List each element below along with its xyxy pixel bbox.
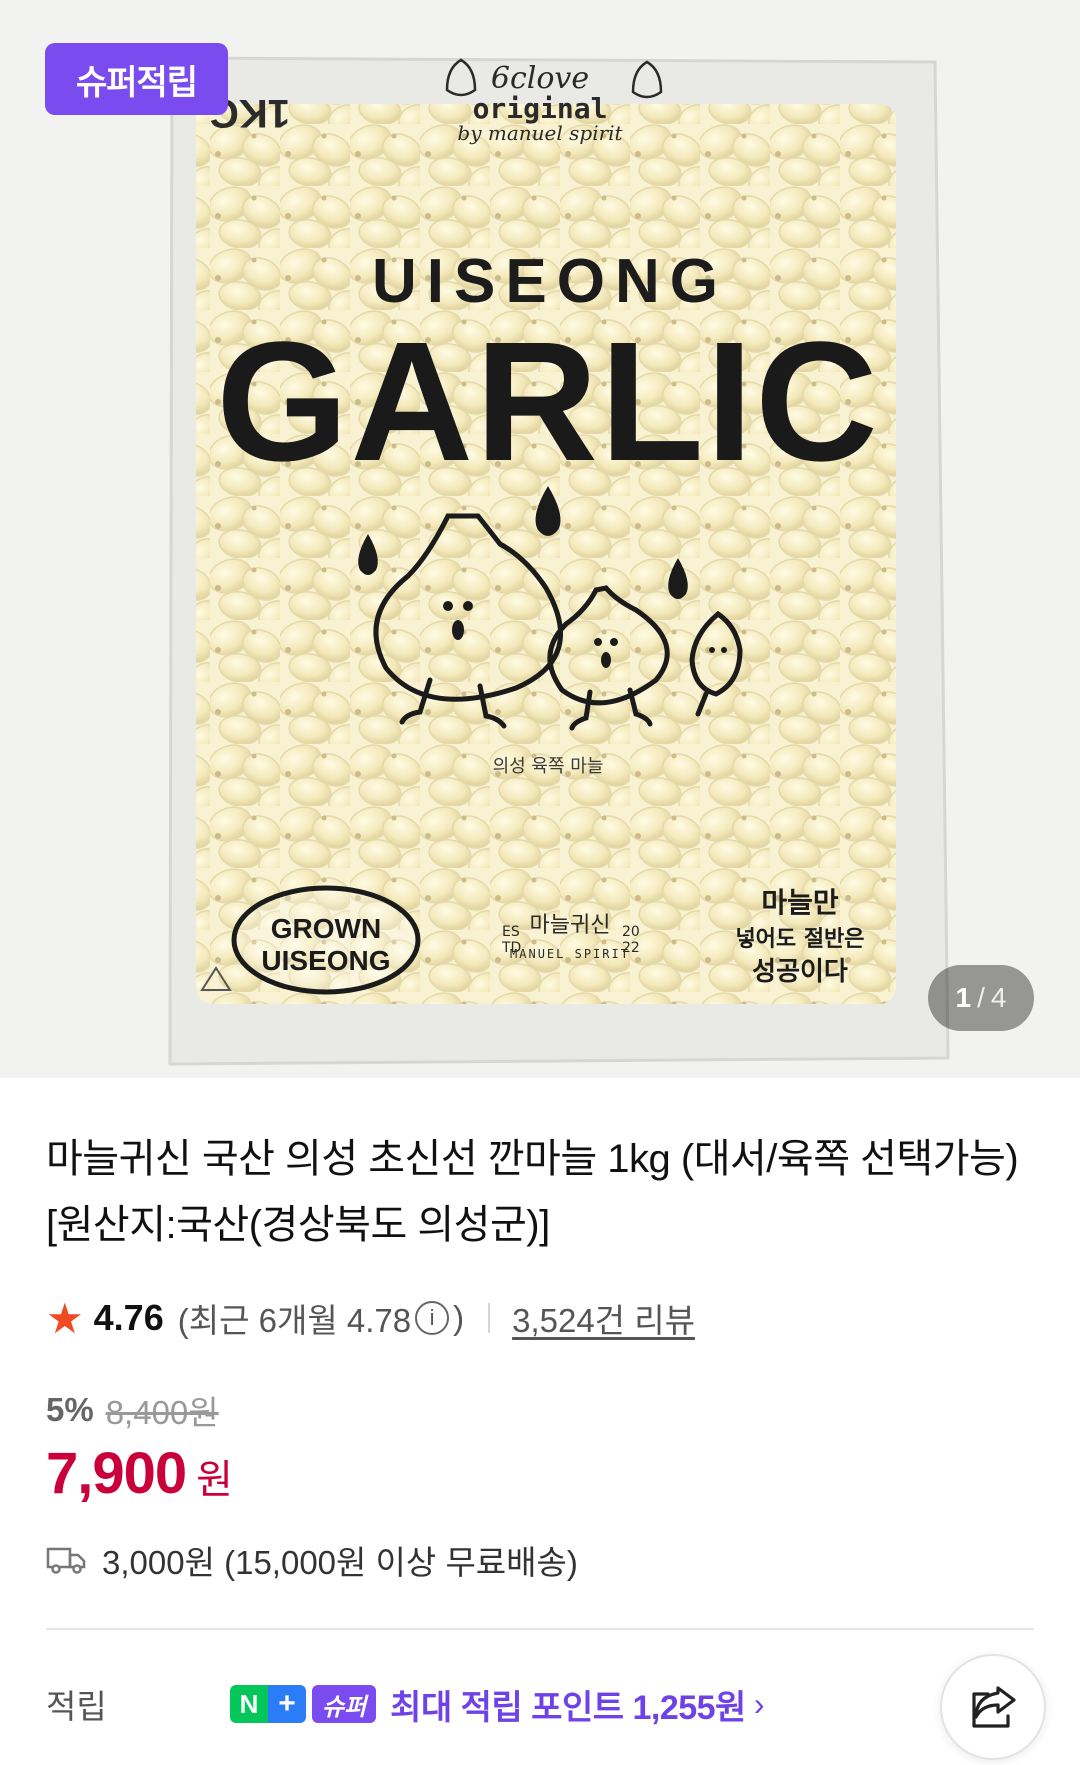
recent-rating-text: (최근 6개월 4.78 [177, 1302, 412, 1339]
svg-text:MANUEL SPIRIT: MANUEL SPIRIT [510, 947, 630, 961]
rating-score: 4.76 [93, 1297, 164, 1338]
svg-text:GROWN: GROWN [271, 913, 381, 944]
chevron-right-icon[interactable]: › [754, 1686, 765, 1723]
shipping-row: 3,000원 (15,000원 이상 무료배송) [46, 1536, 578, 1584]
product-title: 마늘귀신 국산 의성 초신선 깐마늘 1kg (대서/육쪽 선택가능) [원산지… [46, 1137, 1019, 1247]
section-divider [46, 1628, 1034, 1630]
rating-divider [488, 1303, 491, 1333]
svg-text:마늘만: 마늘만 [761, 886, 839, 919]
product-image-carousel[interactable]: 1KG 6clove original by manuel spirit UIS… [0, 0, 1080, 1078]
svg-text:2022: 20 22 [622, 924, 640, 956]
garlic-package-illustration: 1KG 6clove original by manuel spirit UIS… [168, 56, 950, 1066]
svg-text:GARLIC: GARLIC [216, 307, 880, 497]
points-label: 적립 [46, 1688, 107, 1725]
badge-label: 슈퍼적립 [75, 63, 198, 102]
shipping-text: 3,000원 (15,000원 이상 무료배송) [102, 1544, 578, 1581]
svg-text:by manuel spirit: by manuel spirit [457, 121, 623, 145]
svg-text:의성 육쪽 마늘: 의성 육쪽 마늘 [493, 756, 604, 777]
discount-percent: 5% [46, 1391, 94, 1428]
pager-current: 1 [955, 982, 972, 1013]
star-icon: ★ [46, 1294, 84, 1342]
super-points-badge: 슈퍼적립 [45, 43, 228, 115]
recent-rating-close: ) [453, 1299, 465, 1336]
pager-separator: / [977, 982, 985, 1013]
svg-text:UISEONG: UISEONG [261, 945, 390, 976]
pager-total: 4 [990, 982, 1007, 1013]
share-icon [972, 1686, 1016, 1728]
naver-plus-super-logo: N + 슈퍼 [230, 1684, 377, 1724]
image-pager-indicator: 1 / 4 [928, 965, 1034, 1031]
current-price: 7,900 [46, 1441, 187, 1506]
super-mark: 슈퍼 [312, 1685, 377, 1723]
discount-row: 5% 8,400원 [46, 1386, 219, 1434]
truck-icon [46, 1547, 86, 1574]
plus-mark: + [268, 1685, 306, 1723]
svg-text:넣어도 절반은: 넣어도 절반은 [735, 927, 864, 952]
points-row[interactable]: 적립 N + 슈퍼 최대 적립 포인트 1,255원 › [46, 1672, 1036, 1736]
svg-text:성공이다: 성공이다 [752, 957, 848, 987]
currency-unit: 원 [196, 1458, 233, 1502]
share-button[interactable] [940, 1654, 1046, 1760]
original-price: 8,400원 [105, 1394, 219, 1431]
svg-text:6clove: 6clove [491, 61, 589, 96]
info-icon[interactable]: i [415, 1301, 450, 1335]
svg-text:마늘귀신: 마늘귀신 [530, 913, 611, 938]
price-row: 7,900 원 [46, 1440, 233, 1507]
review-count-link[interactable]: 3,524건 리뷰 [512, 1294, 695, 1342]
max-points-text[interactable]: 최대 적립 포인트 1,255원 [390, 1680, 746, 1729]
svg-text:UISEONG: UISEONG [372, 247, 728, 316]
rating-row: ★ 4.76 (최근 6개월 4.78 i ) 3,524건 리뷰 [46, 1294, 695, 1342]
naver-n-mark: N [230, 1685, 268, 1723]
